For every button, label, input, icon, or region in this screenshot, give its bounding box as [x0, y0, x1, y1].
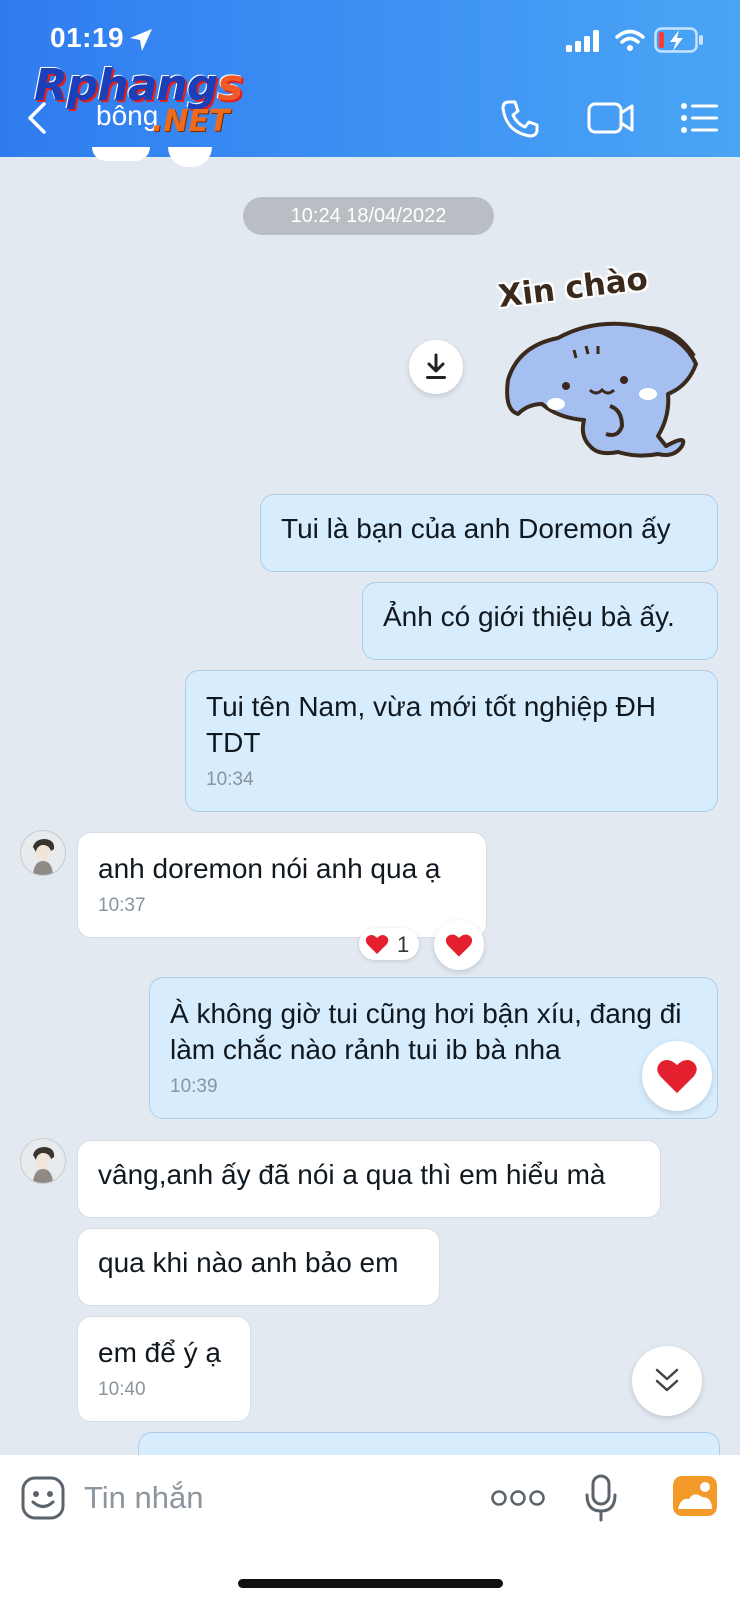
download-icon: [426, 353, 446, 379]
avatar[interactable]: [20, 1138, 66, 1184]
signal-icon: [566, 30, 599, 52]
message-text: qua khi nào anh bảo em: [98, 1247, 399, 1278]
message-text: À không giờ tui cũng hơi bận xíu, đang đ…: [170, 998, 682, 1065]
menu-list-icon[interactable]: [680, 101, 720, 135]
reaction-count: 1: [397, 932, 410, 957]
message-bubble-incoming[interactable]: qua khi nào anh bảo em: [77, 1228, 440, 1306]
emoji-icon[interactable]: [20, 1475, 66, 1521]
heart-icon: [657, 1059, 697, 1094]
avatar-image: [21, 1139, 65, 1183]
image-gallery-icon[interactable]: [672, 1475, 718, 1517]
microphone-icon[interactable]: [584, 1473, 618, 1523]
message-text: vâng,anh ấy đã nói a qua thì em hiểu mà: [98, 1159, 606, 1190]
message-text: anh doremon nói anh qua ạ: [98, 853, 441, 884]
message-bubble-outgoing[interactable]: Tui là bạn của anh Doremon ấy: [260, 494, 718, 572]
watermark-net: .NET: [152, 104, 230, 139]
avatar-image: [21, 831, 65, 875]
reaction-summary[interactable]: 1: [359, 928, 419, 960]
message-input[interactable]: Tin nhắn: [84, 1480, 204, 1516]
scroll-down-icon: [655, 1368, 679, 1392]
message-bubble-incoming[interactable]: anh doremon nói anh qua ạ 10:37: [77, 832, 487, 938]
wifi-icon: [615, 29, 645, 51]
phone-icon[interactable]: [500, 99, 540, 139]
heart-icon: [365, 935, 389, 954]
message-bubble-incoming[interactable]: em để ý ạ 10:40: [77, 1316, 251, 1422]
status-time: 01:19: [50, 22, 125, 53]
download-button[interactable]: [409, 340, 463, 394]
message-time: 10:34: [206, 769, 254, 790]
battery-charging-icon: [654, 27, 703, 53]
location-arrow-icon: [130, 29, 152, 51]
video-call-icon[interactable]: [587, 100, 635, 136]
message-bubble-outgoing[interactable]: À không giờ tui cũng hơi bận xíu, đang đ…: [149, 977, 718, 1119]
message-time: 10:39: [170, 1076, 218, 1097]
more-dots-icon[interactable]: [490, 1487, 546, 1509]
back-chevron-icon[interactable]: [26, 101, 48, 135]
message-text: em để ý ạ: [98, 1337, 221, 1368]
message-bubble-incoming[interactable]: vâng,anh ấy đã nói a qua thì em hiểu mà: [77, 1140, 661, 1218]
message-text: Tui là bạn của anh Doremon ấy: [281, 513, 671, 544]
avatar[interactable]: [20, 830, 66, 876]
home-indicator: [238, 1579, 503, 1588]
previous-button-edge: [168, 147, 212, 167]
sticker-xin-chao[interactable]: Xin chào: [496, 261, 718, 470]
heart-reaction-badge[interactable]: [642, 1041, 712, 1111]
message-time: 10:40: [98, 1379, 146, 1400]
blue-cat-sticker-image: [505, 321, 698, 458]
message-bubble-outgoing[interactable]: Ảnh có giới thiệu bà ấy.: [362, 582, 718, 660]
heart-icon: [445, 934, 473, 957]
react-button[interactable]: [434, 920, 484, 970]
message-time: 10:37: [98, 895, 146, 916]
message-text: Tui tên Nam, vừa mới tốt nghiệp ĐH TDT: [206, 691, 657, 758]
contact-name[interactable]: bông: [96, 100, 158, 132]
message-text: Ảnh có giới thiệu bà ấy.: [383, 601, 675, 632]
message-bubble-outgoing[interactable]: Tui tên Nam, vừa mới tốt nghiệp ĐH TDT 1…: [185, 670, 718, 812]
previous-bubble-edge: [92, 147, 150, 161]
scroll-down-button[interactable]: [632, 1346, 702, 1416]
date-separator: 10:24 18/04/2022: [243, 197, 494, 235]
